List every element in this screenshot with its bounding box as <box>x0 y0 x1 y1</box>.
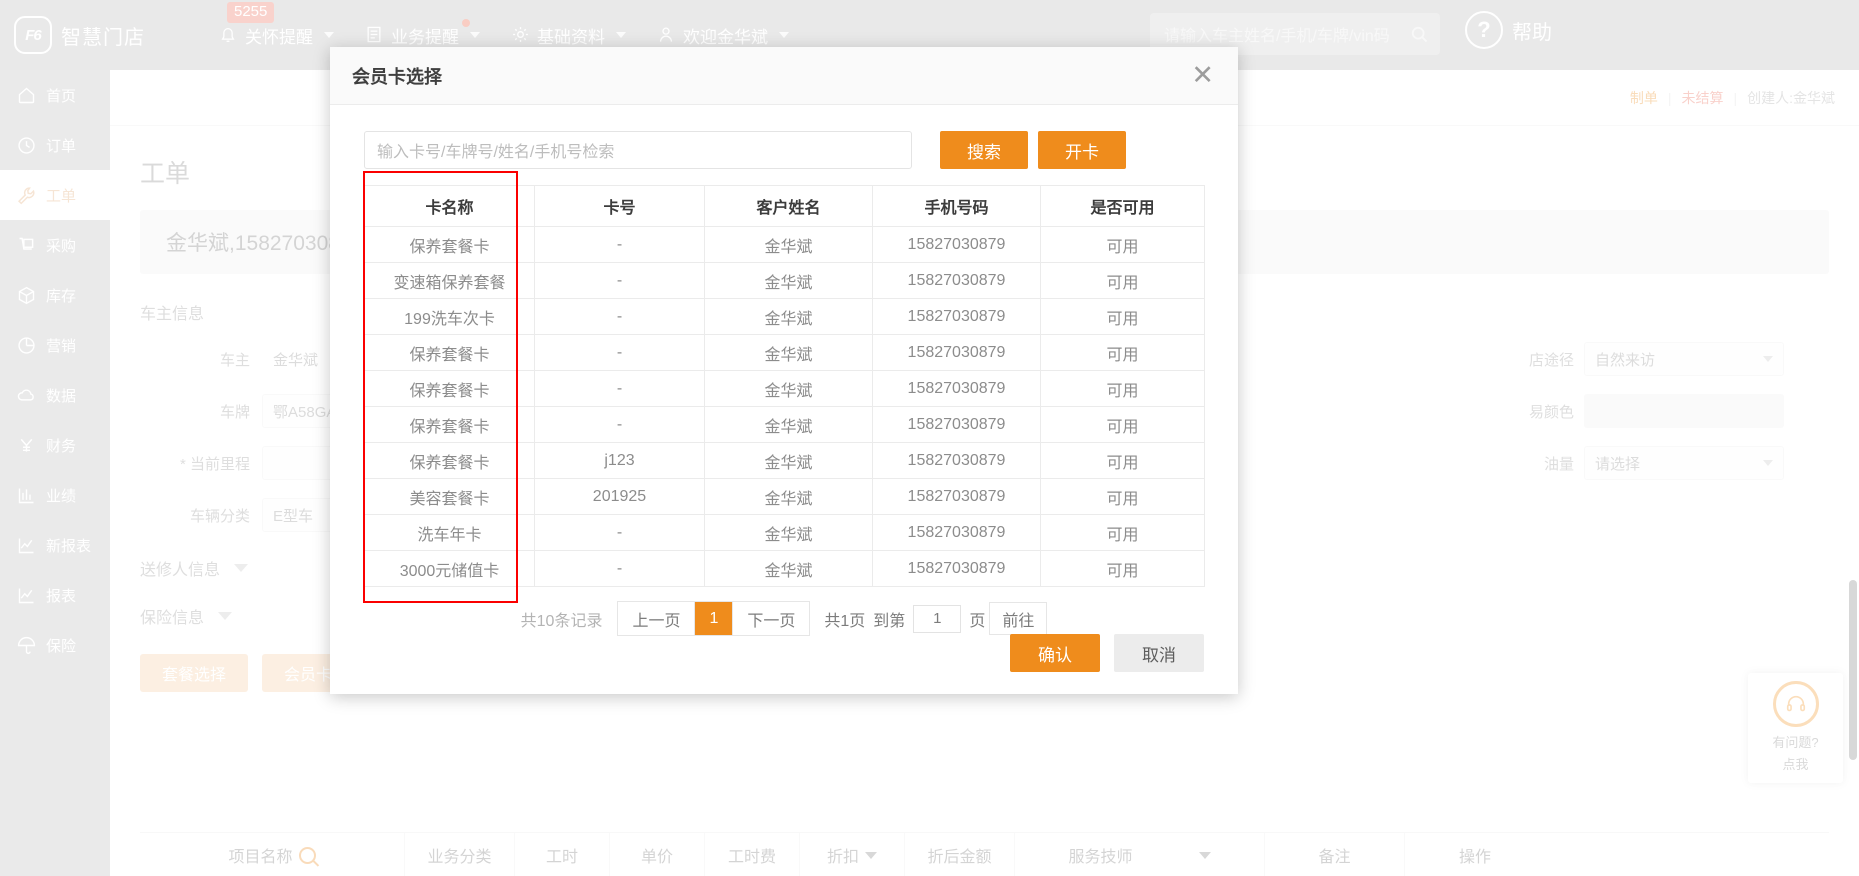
cell-card-name: 洗车年卡 <box>364 514 535 551</box>
cell-customer-name: 金华斌 <box>704 478 873 515</box>
cell-customer-name: 金华斌 <box>704 334 873 371</box>
dialog-body: 输入卡号/车牌号/姓名/手机号检索 搜索 开卡 卡名称 卡号 客户姓名 手机号码… <box>330 105 1238 636</box>
cell-phone: 15827030879 <box>872 550 1041 587</box>
cell-customer-name: 金华斌 <box>704 442 873 479</box>
cell-card-name: 保养套餐卡 <box>364 226 535 263</box>
prev-page-button[interactable]: 上一页 <box>618 602 696 635</box>
cell-card-no: - <box>534 370 705 407</box>
member-card-table: 卡名称 卡号 客户姓名 手机号码 是否可用 保养套餐卡 - 金华斌 158270308… <box>364 185 1205 587</box>
cell-phone: 15827030879 <box>872 442 1041 479</box>
cell-customer-name: 金华斌 <box>704 550 873 587</box>
cell-customer-name: 金华斌 <box>704 514 873 551</box>
pagination: 共10条记录 上一页 1 下一页 共1页 到第 1 页 前往 <box>364 601 1204 636</box>
cell-card-no: - <box>534 334 705 371</box>
cell-customer-name: 金华斌 <box>704 226 873 263</box>
cell-card-name: 3000元储值卡 <box>364 550 535 587</box>
cell-card-name: 美容套餐卡 <box>364 478 535 515</box>
close-icon[interactable]: ✕ <box>1185 62 1220 89</box>
col-customer-name: 客户姓名 <box>704 185 873 227</box>
table-header-row: 卡名称 卡号 客户姓名 手机号码 是否可用 <box>364 185 1205 227</box>
dialog-footer: 确认 取消 <box>1010 634 1204 672</box>
dialog-search-row: 输入卡号/车牌号/姓名/手机号检索 搜索 开卡 <box>364 131 1204 169</box>
dialog-header: 会员卡选择 ✕ <box>330 47 1238 105</box>
col-available: 是否可用 <box>1040 185 1205 227</box>
next-page-button[interactable]: 下一页 <box>733 602 810 635</box>
cell-card-no: - <box>534 406 705 443</box>
cell-card-no: - <box>534 226 705 263</box>
dialog-title: 会员卡选择 <box>352 66 442 87</box>
cell-available: 可用 <box>1040 442 1205 479</box>
cell-card-no: j123 <box>534 442 705 479</box>
col-card-no: 卡号 <box>534 185 705 227</box>
cell-phone: 15827030879 <box>872 370 1041 407</box>
cell-phone: 15827030879 <box>872 334 1041 371</box>
cell-customer-name: 金华斌 <box>704 406 873 443</box>
cell-available: 可用 <box>1040 298 1205 335</box>
cell-card-name: 保养套餐卡 <box>364 334 535 371</box>
cell-card-name: 保养套餐卡 <box>364 406 535 443</box>
member-card-dialog: 会员卡选择 ✕ 输入卡号/车牌号/姓名/手机号检索 搜索 开卡 卡名称 卡号 客… <box>330 47 1238 694</box>
cell-card-no: 201925 <box>534 478 705 515</box>
cell-card-no: - <box>534 262 705 299</box>
search-placeholder: 输入卡号/车牌号/姓名/手机号检索 <box>377 144 615 161</box>
table-row[interactable]: 保养套餐卡 - 金华斌 15827030879 可用 <box>364 334 1205 371</box>
cell-phone: 15827030879 <box>872 514 1041 551</box>
table-row[interactable]: 保养套餐卡 - 金华斌 15827030879 可用 <box>364 226 1205 263</box>
table-row[interactable]: 3000元储值卡 - 金华斌 15827030879 可用 <box>364 550 1205 587</box>
total-records: 共10条记录 <box>520 612 603 630</box>
cell-phone: 15827030879 <box>872 478 1041 515</box>
goto-page-input[interactable]: 1 <box>913 604 962 633</box>
table-row[interactable]: 保养套餐卡 - 金华斌 15827030879 可用 <box>364 370 1205 407</box>
table-row[interactable]: 洗车年卡 - 金华斌 15827030879 可用 <box>364 514 1205 551</box>
cell-available: 可用 <box>1040 478 1205 515</box>
cancel-button[interactable]: 取消 <box>1114 634 1204 672</box>
cell-available: 可用 <box>1040 406 1205 443</box>
cell-card-no: - <box>534 514 705 551</box>
table-row[interactable]: 保养套餐卡 - 金华斌 15827030879 可用 <box>364 406 1205 443</box>
cell-card-name: 保养套餐卡 <box>364 442 535 479</box>
go-button[interactable]: 前往 <box>989 602 1048 635</box>
cell-available: 可用 <box>1040 370 1205 407</box>
table-row[interactable]: 美容套餐卡 201925 金华斌 15827030879 可用 <box>364 478 1205 515</box>
table-row[interactable]: 保养套餐卡 j123 金华斌 15827030879 可用 <box>364 442 1205 479</box>
cell-available: 可用 <box>1040 514 1205 551</box>
table-row[interactable]: 199洗车次卡 - 金华斌 15827030879 可用 <box>364 298 1205 335</box>
confirm-button[interactable]: 确认 <box>1010 634 1100 672</box>
cell-phone: 15827030879 <box>872 262 1041 299</box>
cell-available: 可用 <box>1040 262 1205 299</box>
cell-card-no: - <box>534 298 705 335</box>
goto-page-group: 共1页 到第 1 页 <box>824 604 986 633</box>
search-button[interactable]: 搜索 <box>940 131 1028 169</box>
table-row[interactable]: 变速箱保养套餐 - 金华斌 15827030879 可用 <box>364 262 1205 299</box>
open-card-button[interactable]: 开卡 <box>1038 131 1126 169</box>
cell-card-no: - <box>534 550 705 587</box>
cell-customer-name: 金华斌 <box>704 370 873 407</box>
cell-available: 可用 <box>1040 550 1205 587</box>
cell-customer-name: 金华斌 <box>704 262 873 299</box>
col-card-name: 卡名称 <box>364 185 535 227</box>
cell-available: 可用 <box>1040 334 1205 371</box>
cell-card-name: 变速箱保养套餐 <box>364 262 535 299</box>
cell-phone: 15827030879 <box>872 406 1041 443</box>
cell-available: 可用 <box>1040 226 1205 263</box>
goto-prefix: 到第 <box>873 612 906 630</box>
card-search-input[interactable]: 输入卡号/车牌号/姓名/手机号检索 <box>364 131 912 169</box>
table-body: 保养套餐卡 - 金华斌 15827030879 可用 变速箱保养套餐 - 金华斌 1582703… <box>364 226 1205 587</box>
col-phone: 手机号码 <box>872 185 1041 227</box>
cell-customer-name: 金华斌 <box>704 298 873 335</box>
pager-buttons: 上一页 1 下一页 <box>617 601 811 636</box>
cell-phone: 15827030879 <box>872 298 1041 335</box>
page-number-1[interactable]: 1 <box>695 602 734 635</box>
goto-suffix: 页 <box>969 612 986 630</box>
cell-phone: 15827030879 <box>872 226 1041 263</box>
total-pages: 共1页 <box>824 612 866 630</box>
cell-card-name: 199洗车次卡 <box>364 298 535 335</box>
cell-card-name: 保养套餐卡 <box>364 370 535 407</box>
